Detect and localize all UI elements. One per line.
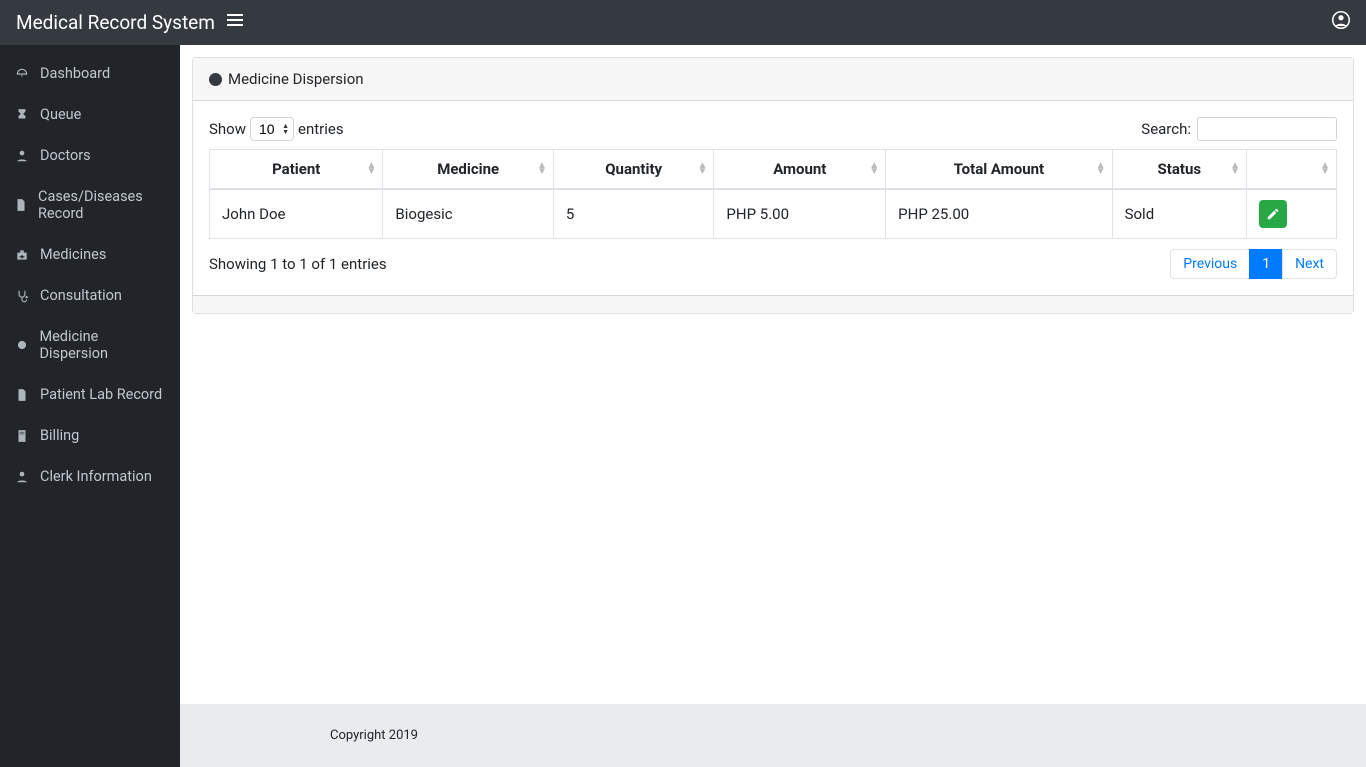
col-actions[interactable]: ▲▼: [1247, 150, 1337, 190]
top-navbar: Medical Record System: [0, 0, 1366, 45]
col-patient[interactable]: Patient▲▼: [210, 150, 383, 190]
sidebar-item-billing[interactable]: Billing: [0, 415, 180, 456]
sidebar-item-label: Patient Lab Record: [40, 386, 162, 403]
content-area: Medicine Dispersion Show 10 ▲▼: [180, 45, 1366, 767]
search-input[interactable]: [1197, 117, 1337, 141]
table-length-control: Show 10 ▲▼ entries: [209, 117, 344, 141]
copyright-text: Copyright 2019: [330, 728, 418, 743]
page-title: Medicine Dispersion: [228, 70, 364, 88]
sidebar-item-label: Medicines: [40, 246, 106, 263]
sidebar-item-label: Medicine Dispersion: [39, 328, 166, 362]
user-menu-button[interactable]: [1332, 11, 1350, 34]
sidebar-item-label: Cases/Diseases Record: [38, 188, 166, 222]
cell-actions: [1247, 189, 1337, 239]
card-header: Medicine Dispersion: [193, 58, 1353, 101]
file-invoice-icon: [14, 429, 30, 443]
entries-select[interactable]: 10: [250, 117, 294, 141]
sidebar-item-label: Queue: [40, 106, 81, 123]
file-icon: [14, 388, 30, 402]
cell-status: Sold: [1112, 189, 1246, 239]
sidebar: Dashboard Queue Doctors Cases/Diseases R…: [0, 45, 180, 767]
sort-icon: ▲▼: [1320, 163, 1330, 175]
sidebar-item-label: Clerk Information: [40, 468, 152, 485]
search-label: Search:: [1141, 120, 1191, 138]
sidebar-item-label: Consultation: [40, 287, 122, 304]
main-card: Medicine Dispersion Show 10 ▲▼: [192, 57, 1354, 314]
cell-quantity: 5: [553, 189, 714, 239]
sidebar-item-label: Billing: [40, 427, 79, 444]
page-footer: Copyright 2019: [180, 704, 1366, 767]
file-icon: [14, 198, 28, 212]
sidebar-item-medicine-dispersion[interactable]: Medicine Dispersion: [0, 316, 180, 374]
table-search-control: Search:: [1141, 117, 1337, 141]
cell-patient: John Doe: [210, 189, 383, 239]
sort-icon: ▲▼: [1230, 163, 1240, 175]
col-status[interactable]: Status▲▼: [1112, 150, 1246, 190]
sort-icon: ▲▼: [367, 163, 377, 175]
stethoscope-icon: [14, 289, 30, 303]
circle-icon: [14, 338, 29, 352]
hourglass-icon: [14, 108, 30, 122]
col-quantity[interactable]: Quantity▲▼: [553, 150, 714, 190]
table-info: Showing 1 to 1 of 1 entries: [209, 255, 387, 273]
table-row: John Doe Biogesic 5 PHP 5.00 PHP 25.00 S…: [210, 189, 1337, 239]
entries-label: entries: [298, 120, 344, 138]
bars-icon: [227, 12, 243, 28]
user-icon: [14, 470, 30, 484]
sidebar-item-patient-lab[interactable]: Patient Lab Record: [0, 374, 180, 415]
sort-icon: ▲▼: [698, 163, 708, 175]
pagination: Previous 1 Next: [1170, 249, 1337, 279]
app-brand[interactable]: Medical Record System: [16, 11, 215, 34]
cell-amount: PHP 5.00: [714, 189, 886, 239]
pencil-icon: [1266, 207, 1280, 221]
show-label: Show: [209, 120, 246, 138]
sort-icon: ▲▼: [537, 163, 547, 175]
user-circle-icon: [1332, 11, 1350, 29]
page-next[interactable]: Next: [1282, 249, 1337, 279]
dispersion-table: Patient▲▼ Medicine▲▼ Quantity▲▼ Amount▲▼…: [209, 149, 1337, 239]
col-total-amount[interactable]: Total Amount▲▼: [886, 150, 1112, 190]
sidebar-toggle-button[interactable]: [219, 12, 251, 33]
dashboard-icon: [14, 67, 30, 81]
edit-button[interactable]: [1259, 200, 1287, 228]
user-md-icon: [14, 149, 30, 163]
sort-icon: ▲▼: [1096, 163, 1106, 175]
cell-total-amount: PHP 25.00: [886, 189, 1112, 239]
sidebar-item-label: Doctors: [40, 147, 91, 164]
col-medicine[interactable]: Medicine▲▼: [383, 150, 553, 190]
briefcase-medical-icon: [14, 248, 30, 262]
circle-icon: [209, 73, 222, 86]
sidebar-item-clerk[interactable]: Clerk Information: [0, 456, 180, 497]
sort-icon: ▲▼: [869, 163, 879, 175]
card-footer: [193, 295, 1353, 313]
col-amount[interactable]: Amount▲▼: [714, 150, 886, 190]
page-1[interactable]: 1: [1249, 249, 1283, 279]
sidebar-item-cases[interactable]: Cases/Diseases Record: [0, 176, 180, 234]
sidebar-item-dashboard[interactable]: Dashboard: [0, 53, 180, 94]
sidebar-item-medicines[interactable]: Medicines: [0, 234, 180, 275]
sidebar-item-label: Dashboard: [40, 65, 110, 82]
sidebar-item-doctors[interactable]: Doctors: [0, 135, 180, 176]
page-previous[interactable]: Previous: [1170, 249, 1250, 279]
sidebar-item-consultation[interactable]: Consultation: [0, 275, 180, 316]
cell-medicine: Biogesic: [383, 189, 553, 239]
sidebar-item-queue[interactable]: Queue: [0, 94, 180, 135]
